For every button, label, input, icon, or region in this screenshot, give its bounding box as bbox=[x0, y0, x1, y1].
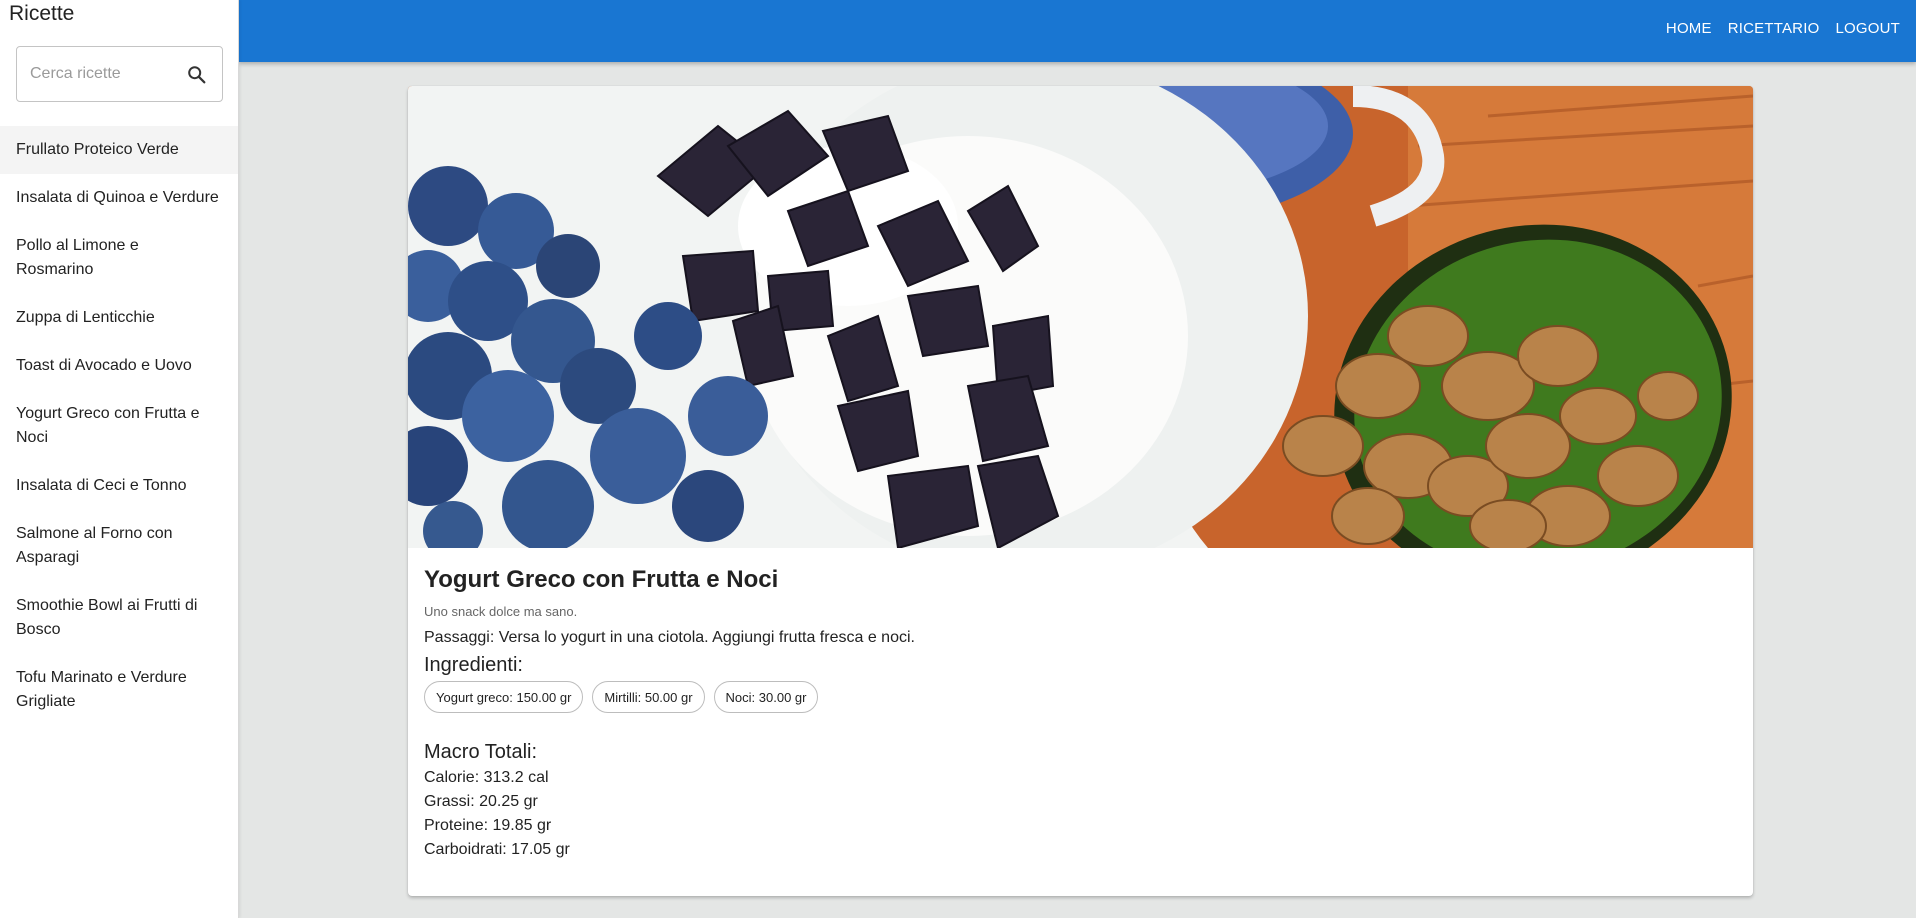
recipe-item-label: Zuppa di Lenticchie bbox=[16, 309, 155, 326]
recipe-title: Yogurt Greco con Frutta e Noci bbox=[424, 566, 779, 593]
recipe-steps: Passaggi: Versa lo yogurt in una ciotola… bbox=[424, 629, 915, 646]
ingredient-chip-mirtilli[interactable]: Mirtilli: 50.00 gr bbox=[592, 681, 705, 713]
ingredients-title: Ingredienti: bbox=[424, 654, 523, 676]
top-nav: HOME RICETTARIO LOGOUT bbox=[1658, 16, 1908, 41]
ingredients-chips: Yogurt greco: 150.00 gr Mirtilli: 50.00 … bbox=[424, 681, 1737, 713]
recipe-item-tofu-marinato[interactable]: Tofu Marinato e Verdure Grigliate bbox=[0, 654, 238, 726]
recipe-subtitle: Uno snack dolce ma sano. bbox=[424, 604, 578, 619]
recipe-item-label: Smoothie Bowl ai Frutti di Bosco bbox=[16, 597, 198, 638]
recipe-item-frullato-proteico-verde[interactable]: Frullato Proteico Verde bbox=[0, 126, 238, 174]
macro-proteine: Proteine: 19.85 gr bbox=[424, 817, 552, 834]
sidebar-title: Ricette bbox=[9, 2, 75, 25]
recipe-item-label: Insalata di Ceci e Tonno bbox=[16, 477, 187, 494]
recipe-item-label: Tofu Marinato e Verdure Grigliate bbox=[16, 669, 187, 710]
recipe-item-pollo-al-limone[interactable]: Pollo al Limone e Rosmarino bbox=[0, 222, 238, 294]
recipe-item-label: Toast di Avocado e Uovo bbox=[16, 357, 192, 374]
ingredient-chip-yogurt-greco[interactable]: Yogurt greco: 150.00 gr bbox=[424, 681, 584, 713]
recipe-item-salmone-al-forno[interactable]: Salmone al Forno con Asparagi bbox=[0, 510, 238, 582]
search-input[interactable] bbox=[30, 61, 180, 87]
recipe-item-smoothie-bowl[interactable]: Smoothie Bowl ai Frutti di Bosco bbox=[0, 582, 238, 654]
macro-grassi: Grassi: 20.25 gr bbox=[424, 793, 538, 810]
recipe-item-label: Frullato Proteico Verde bbox=[16, 141, 179, 158]
recipe-item-label: Pollo al Limone e Rosmarino bbox=[16, 237, 139, 278]
recipe-item-yogurt-greco[interactable]: Yogurt Greco con Frutta e Noci bbox=[0, 390, 238, 462]
recipe-item-label: Yogurt Greco con Frutta e Noci bbox=[16, 405, 200, 446]
ingredient-chip-noci[interactable]: Noci: 30.00 gr bbox=[713, 681, 819, 713]
nav-home-link[interactable]: HOME bbox=[1658, 16, 1720, 41]
recipe-item-zuppa-di-lenticchie[interactable]: Zuppa di Lenticchie bbox=[0, 294, 238, 342]
sidebar: Ricette Frullato Proteico Verde Insalata… bbox=[0, 0, 239, 918]
recipe-item-toast-di-avocado[interactable]: Toast di Avocado e Uovo bbox=[0, 342, 238, 390]
top-app-bar: HOME RICETTARIO LOGOUT bbox=[239, 0, 1916, 62]
macro-title: Macro Totali: bbox=[424, 741, 538, 763]
recipe-list: Frullato Proteico Verde Insalata di Quin… bbox=[0, 126, 238, 726]
recipe-item-label: Salmone al Forno con Asparagi bbox=[16, 525, 173, 566]
nav-logout-link[interactable]: LOGOUT bbox=[1827, 16, 1908, 41]
search-box bbox=[16, 46, 223, 102]
macro-list: Calorie: 313.2 cal Grassi: 20.25 gr Prot… bbox=[424, 766, 1737, 862]
macro-carboidrati: Carboidrati: 17.05 gr bbox=[424, 841, 570, 858]
nav-ricettario-link[interactable]: RICETTARIO bbox=[1720, 16, 1828, 41]
recipe-details: Yogurt Greco con Frutta e Noci Uno snack… bbox=[424, 548, 1737, 862]
recipe-card: Yogurt Greco con Frutta e Noci Uno snack… bbox=[408, 86, 1753, 896]
recipe-item-insalata-di-quinoa[interactable]: Insalata di Quinoa e Verdure bbox=[0, 174, 238, 222]
search-icon[interactable] bbox=[186, 64, 208, 86]
recipe-image bbox=[408, 86, 1753, 548]
recipe-item-label: Insalata di Quinoa e Verdure bbox=[16, 189, 219, 206]
recipe-item-insalata-di-ceci[interactable]: Insalata di Ceci e Tonno bbox=[0, 462, 238, 510]
macro-calorie: Calorie: 313.2 cal bbox=[424, 769, 549, 786]
